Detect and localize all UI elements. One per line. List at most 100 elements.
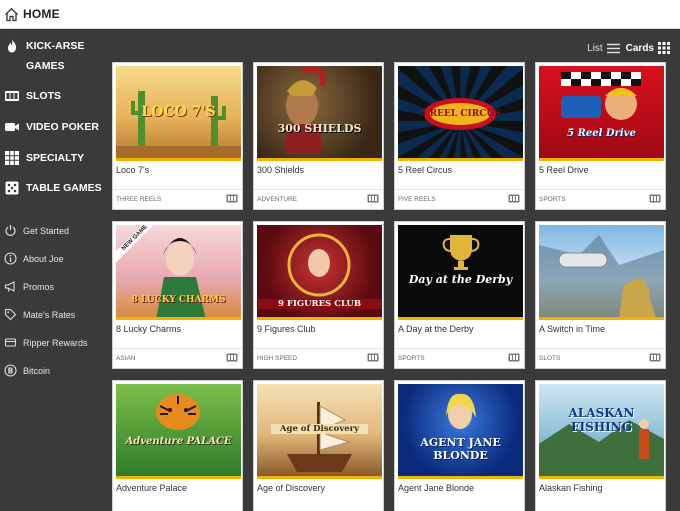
tag-icon [4,308,17,321]
sidebar-link-label: About Joe [23,253,64,264]
sidebar-item-slots[interactable]: SLOTS [0,86,106,106]
game-title: 5 Reel Drive [539,165,589,175]
sidebar-item-specialty[interactable]: SPECIALTY [0,148,106,168]
sidebar-item-kick-arse-games[interactable]: KICK-ARSE GAMES [0,36,106,76]
game-title: 8 Lucky Charms [116,324,182,334]
sidebar-link-label: Mate's Rates [23,309,76,320]
game-card[interactable]: 300 SHIELDS 300 Shields ADVENTURE [253,62,384,210]
game-category: HIGH SPEED [257,355,298,362]
sidebar-item-label: KICK-ARSE GAMES [26,40,85,72]
slot-machine-icon [367,353,379,362]
game-thumbnail: Age of Discovery [257,384,382,479]
card-divider [113,189,242,190]
card-divider [254,189,383,190]
game-title: A Day at the Derby [398,324,474,334]
sidebar-link-about-joe[interactable]: About Joe [0,252,106,265]
slot-machine-icon [508,353,520,362]
sidebar-item-table-games[interactable]: TABLE GAMES [0,178,106,198]
sidebar-item-label: TABLE GAMES [26,182,102,194]
game-thumbnail: NEW GAME 8 LUCKY CHARMS [116,225,241,320]
game-card[interactable]: A Switch in Time SLOTS [535,221,666,369]
svg-text:B: B [8,366,14,375]
game-art-title: Day at the Derby [408,273,513,286]
slot-machine-icon [508,194,520,203]
list-view-label: List [587,42,603,54]
game-title: Loco 7's [116,165,150,175]
grid-icon [4,150,20,166]
card-divider [254,348,383,349]
game-card[interactable]: NEW GAME 8 LUCKY CHARMS 8 Lucky Charms A… [112,221,243,369]
game-art-title: ALASKAN FISHING [568,406,635,434]
dinosaur-art-icon [539,235,664,317]
home-link[interactable]: HOME [23,7,60,21]
sidebar-link-label: Bitcoin [23,365,51,376]
top-bar: HOME [0,0,680,29]
video-camera-icon [4,119,20,135]
card-divider [395,348,524,349]
sidebar-item-label: SLOTS [26,90,62,102]
slot-machine-icon [649,353,661,362]
sidebar-link-bitcoin[interactable]: B Bitcoin [0,364,106,377]
game-title: A Switch in Time [539,324,606,334]
game-card[interactable]: ALASKAN FISHING Alaskan Fishing [535,380,666,511]
game-thumbnail: 5 REEL CIRCUS [398,66,523,161]
card-divider [536,189,665,190]
list-view-button[interactable]: List [587,43,620,54]
dice-icon [4,180,20,196]
game-thumbnail: 9 FIGURES CLUB [257,225,382,320]
list-icon [606,43,620,53]
reward-icon [4,336,17,349]
game-title: Alaskan Fishing [539,483,603,493]
game-category: SPORTS [539,196,566,203]
slot-machine-icon [649,194,661,203]
sidebar-item-video-poker[interactable]: VIDEO POKER [0,117,106,137]
sidebar-link-label: Ripper Rewards [23,337,88,348]
info-icon [4,252,17,265]
game-thumbnail: ALASKAN FISHING [539,384,664,479]
game-art-title: 8 LUCKY CHARMS [131,295,226,305]
tiger-art-icon [156,394,200,430]
game-thumbnail: Adventure PALACE [116,384,241,479]
game-art-title: Adventure PALACE [125,436,232,447]
sidebar: KICK-ARSE GAMES SLOTS VIDEO POKER SPECIA… [0,30,106,511]
game-thumbnail [539,225,664,320]
power-icon [4,224,17,237]
flame-icon [4,38,20,54]
game-category: SPORTS [398,355,425,362]
cards-view-label: Cards [625,42,654,54]
game-card[interactable]: Day at the Derby A Day at the Derby SPOR… [394,221,525,369]
view-toggle: List Cards [581,42,670,54]
sidebar-link-get-started[interactable]: Get Started [0,224,106,237]
sidebar-item-label: SPECIALTY [26,152,85,164]
sidebar-link-mates-rates[interactable]: Mate's Rates [0,308,106,321]
game-card[interactable]: AGENT JANE BLONDE Agent Jane Blonde [394,380,525,511]
megaphone-icon [4,280,17,293]
game-card[interactable]: LOCO 7'S Loco 7's THREE REELS [112,62,243,210]
slot-machine-icon [226,194,238,203]
game-art-title: 5 REEL CIRCUS [420,109,501,119]
game-title: Age of Discovery [257,483,326,493]
game-title: Adventure Palace [116,483,188,493]
game-card[interactable]: 9 FIGURES CLUB 9 Figures Club HIGH SPEED [253,221,384,369]
game-thumbnail: LOCO 7'S [116,66,241,161]
game-thumbnail: AGENT JANE BLONDE [398,384,523,479]
cards-view-button[interactable]: Cards [626,42,670,54]
game-title: Agent Jane Blonde [398,483,475,493]
home-icon[interactable] [4,7,19,22]
agent-art-icon [446,393,476,429]
slot-machine-icon [367,194,379,203]
game-category: ASIAN [116,355,136,362]
game-card[interactable]: 5 REEL CIRCUS 5 Reel Circus FIVE REELS [394,62,525,210]
slot-machine-icon [226,353,238,362]
game-card[interactable]: Age of Discovery Age of Discovery [253,380,384,511]
sidebar-item-label: VIDEO POKER [26,121,99,133]
game-thumbnail: 5 Reel Drive [539,66,664,161]
card-divider [395,189,524,190]
game-card[interactable]: 5 Reel Drive 5 Reel Drive SPORTS [535,62,666,210]
game-card[interactable]: Adventure PALACE Adventure Palace [112,380,243,511]
game-category: FIVE REELS [398,196,436,203]
slot-machine-icon [4,88,20,104]
sidebar-link-promos[interactable]: Promos [0,280,106,293]
game-title: 9 Figures Club [257,324,316,334]
sidebar-link-ripper-rewards[interactable]: Ripper Rewards [0,336,106,349]
